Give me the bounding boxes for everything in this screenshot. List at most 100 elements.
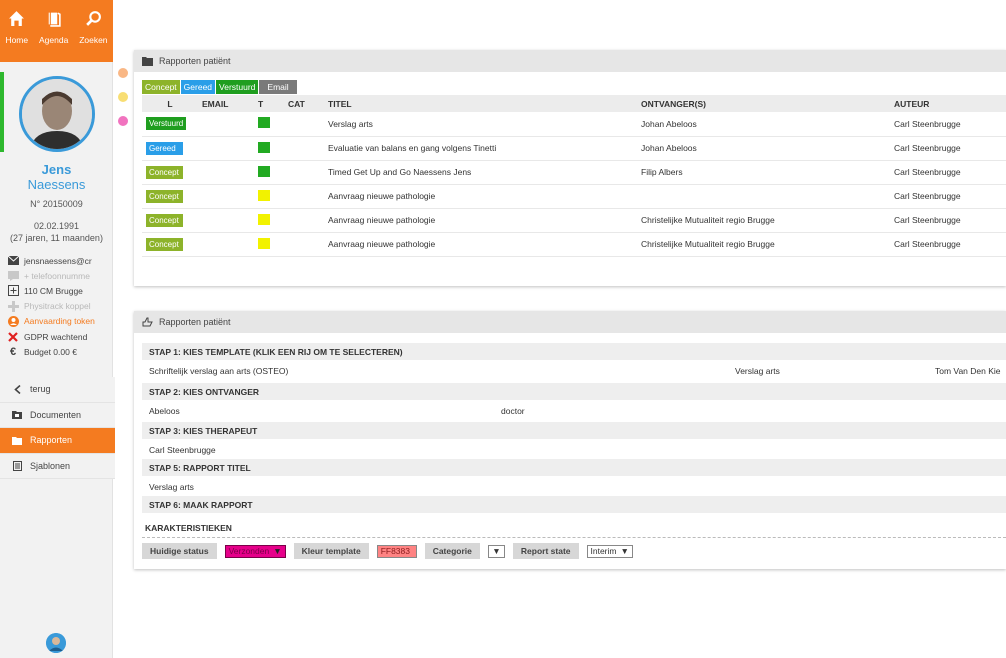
user-avatar[interactable] [46,633,66,653]
mail-icon [7,255,19,266]
table-header-row: L EMAIL T CAT TITEL ONTVANGER(S) AUTEUR [142,95,1006,112]
menu-item-documenten[interactable]: Documenten [0,402,115,428]
tab-verstuurd[interactable]: Verstuurd [216,80,259,94]
status-badge: Verstuurd [146,117,187,131]
top-navigation: Home Agenda Zoeken [0,0,113,62]
current-status-select[interactable]: Verzonden ▼ [224,544,286,558]
agenda-button[interactable]: Agenda [39,10,68,62]
row-title: Aanvraag nieuwe pathologie [324,208,637,233]
email-row[interactable]: jensnaessens@cr [7,253,111,268]
row-recipient: Christelijke Mutualiteit regio Brugge [637,232,890,257]
col-auteur[interactable]: AUTEUR [890,95,1006,112]
step5-header: STAP 5: RAPPORT TITEL [142,459,1006,476]
physitrack-row[interactable]: Physitrack koppel [7,299,111,314]
category-select[interactable]: ▼ [487,544,505,558]
row-recipient: Johan Abeloos [637,136,890,161]
template-icon [12,460,22,471]
panel-header: Rapporten patiënt [134,311,1006,333]
address-row[interactable]: 110 CM Brugge [7,283,111,298]
book-icon [47,11,61,27]
rail-marker-icon[interactable] [118,92,128,102]
recipient-row[interactable]: Abeloos doctor [142,401,1006,420]
col-titel[interactable]: TITEL [324,95,637,112]
token-text: Aanvaarding token [24,316,95,327]
type-indicator [258,117,270,129]
category-label: Categorie [424,543,480,559]
cross-icon [7,331,19,342]
row-recipient: Filip Albers [637,160,890,185]
row-title: Aanvraag nieuwe pathologie [324,184,637,209]
type-indicator [258,237,270,249]
hand-icon [142,317,153,327]
col-email[interactable]: EMAIL [198,95,254,112]
address-icon [7,285,19,297]
status-badge: Concept [146,189,183,203]
table-row[interactable]: Concept Aanvraag nieuwe pathologie Chris… [142,208,1006,233]
col-t[interactable]: T [254,95,284,112]
physitrack-text: Physitrack koppel [24,301,91,312]
report-state-select[interactable]: Interim ▼ [586,544,633,558]
tab-concept[interactable]: Concept [142,80,180,94]
user-photo-icon [46,633,66,653]
row-author: Carl Steenbrugge [890,184,1006,209]
user-icon [7,315,19,327]
color-template-input[interactable]: FF8383 [376,544,417,558]
status-badge: Concept [146,165,183,179]
home-button[interactable]: Home [5,10,28,62]
row-title: Verslag arts [324,112,637,137]
table-row[interactable]: Concept Timed Get Up and Go Naessens Jen… [142,160,1006,185]
therapist-row[interactable]: Carl Steenbrugge [142,440,1006,459]
folder-icon [142,57,153,66]
rail-marker-icon[interactable] [118,68,128,78]
step6-header: STAP 6: MAAK RAPPORT [142,496,1006,513]
template-row[interactable]: Schriftelijk verslag aan arts (OSTEO) Ve… [142,361,1006,380]
reports-table: L EMAIL T CAT TITEL ONTVANGER(S) AUTEUR … [142,95,1006,257]
current-status-value: Verzonden [228,546,270,556]
gdpr-text: GDPR wachtend [24,331,88,342]
tab-gereed[interactable]: Gereed [180,80,216,94]
budget-row: € Budget 0.00 € [7,344,111,359]
home-label: Home [5,35,29,45]
menu-item-sjablonen[interactable]: Sjablonen [0,453,115,479]
table-row[interactable]: Concept Aanvraag nieuwe pathologie Chris… [142,232,1006,257]
status-badge: Concept [146,213,183,227]
menu-item-rapporten[interactable]: Rapporten [0,428,115,454]
row-author: Carl Steenbrugge [890,160,1006,185]
table-row[interactable]: Gereed Evaluatie van balans en gang volg… [142,136,1006,161]
tab-email[interactable]: Email [259,80,297,94]
type-indicator [258,141,270,153]
template-author: Tom Van Den Kie [935,365,1001,376]
status-badge: Concept [146,237,183,251]
phone-row[interactable]: + telefoonnumme [7,268,111,283]
col-ontvanger[interactable]: ONTVANGER(S) [637,95,890,112]
chevron-left-icon [12,384,22,394]
search-button[interactable]: Zoeken [79,10,108,62]
menu-item-terug[interactable]: terug [0,377,115,403]
folder-icon [12,436,22,445]
menu-label-documenten: Documenten [30,409,82,420]
type-indicator [258,189,270,201]
row-author: Carl Steenbrugge [890,208,1006,233]
characteristics-title: KARAKTERISTIEKEN [145,523,232,533]
row-recipient: Christelijke Mutualiteit regio Brugge [637,208,890,233]
patient-avatar[interactable] [19,76,95,152]
email-text: jensnaessens@cr [24,255,92,266]
table-row[interactable]: Verstuurd Verslag arts Johan Abeloos Car… [142,112,1006,137]
patient-last-name: Naessens [27,177,86,192]
phone-text: + telefoonnumme [24,270,90,281]
gdpr-row[interactable]: GDPR wachtend [7,329,111,344]
sidebar: Home Agenda Zoeken Jens Naessens N° 2015… [0,0,115,658]
report-title-row[interactable]: Verslag arts [142,477,1006,496]
col-cat[interactable]: CAT [284,95,324,112]
menu-label-terug: terug [30,384,51,395]
table-row[interactable]: Concept Aanvraag nieuwe pathologie Carl … [142,184,1006,209]
rail-marker-icon[interactable] [118,116,128,126]
active-indicator [0,72,4,152]
home-icon [9,11,25,26]
col-l[interactable]: L [142,95,198,112]
token-row[interactable]: Aanvaarding token [7,314,111,329]
status-badge: Gereed [146,141,183,155]
row-title: Evaluatie van balans en gang volgens Tin… [324,136,637,161]
panel-title: Rapporten patiënt [159,317,231,327]
patient-number: N° 20150009 [30,199,83,209]
